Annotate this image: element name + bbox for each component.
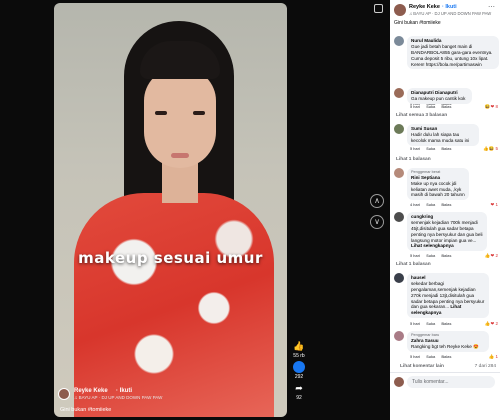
video-caption: Gini bukan #tomiieke (60, 407, 112, 413)
video-subject-fringe (140, 41, 220, 79)
video-caption-overlay: makeup sesuai umur (78, 249, 263, 267)
expand-icon[interactable] (374, 4, 383, 13)
reply-link[interactable]: Balas (441, 355, 451, 359)
reply-link[interactable]: Balas (441, 254, 451, 258)
comment-text: semenjak kejadian 700k menjadi 45jt,disi… (411, 219, 483, 243)
author-avatar[interactable] (58, 388, 70, 400)
next-video-button[interactable]: ∨ (370, 215, 384, 229)
comment-bubble: Nurul Maulida Gue jadi betah banget main… (407, 36, 499, 70)
comment-actions: 5 hari Suka Balas (410, 147, 456, 151)
view-replies-link[interactable]: Lihat 1 balasan (396, 262, 431, 267)
commenter-avatar[interactable] (394, 168, 404, 178)
reply-link[interactable]: Balas (441, 105, 451, 109)
panel-caption: Gini bukan #tomiieke (394, 20, 441, 26)
reactions-badge[interactable]: 👍😆 5 (483, 146, 498, 152)
comment-bubble: Penggemar baru Zahra Sasuu Rangking bgt … (407, 331, 489, 352)
video-subject-eye-right (193, 111, 205, 115)
video-subject-lips (171, 153, 189, 158)
panel-follow-link[interactable]: · Ikuti (442, 4, 457, 10)
commenter-avatar[interactable] (394, 36, 404, 46)
comment-text: Ga makeup pun cantik kok (411, 95, 466, 101)
divider (390, 372, 500, 373)
comment-actions: 5 hari Suka Balas (410, 322, 456, 326)
share-count: 92 (296, 395, 302, 401)
comment-actions: 5 hari Suka Balas (410, 254, 456, 258)
video-subject-shirt (74, 193, 274, 417)
comment-count: 292 (294, 374, 304, 380)
video-subject-eye-left (155, 111, 167, 115)
comment-time: 5 hari (410, 147, 421, 151)
comment-time: 5 hari (410, 105, 421, 109)
video-subject-neck (162, 163, 198, 203)
comment-count-label: 7 dari 284 (474, 364, 496, 369)
comment-bubble: Penggemar berat Rini Septiana Make up ny… (407, 168, 469, 201)
video-player[interactable]: makeup sesuai umur (54, 3, 287, 417)
view-replies-link[interactable]: Lihat 1 balasan (396, 157, 431, 162)
thumbs-up-icon: 👍 (293, 341, 305, 351)
comment-time: 5 hari (410, 322, 421, 326)
commenter-avatar[interactable] (394, 212, 404, 222)
commenter-avatar[interactable] (394, 124, 404, 134)
panel-author-name[interactable]: Reyke Keke (409, 4, 440, 10)
commenter-avatar[interactable] (394, 88, 404, 98)
like-action[interactable]: 👍 55 rb (290, 340, 308, 359)
more-comments-link[interactable]: Lihat komentar lain (400, 364, 444, 369)
follow-link[interactable]: · Ikuti (116, 388, 132, 394)
like-link[interactable]: Suka (426, 254, 435, 258)
like-link[interactable]: Suka (426, 147, 435, 151)
previous-video-button[interactable]: ∧ (370, 194, 384, 208)
comment-text: Make up nya cocok jdi keliatan awet muda… (411, 180, 465, 198)
reactions-badge[interactable]: 👍❤ 2 (485, 253, 498, 259)
reply-link[interactable]: Balas (441, 203, 451, 207)
comments-panel: Reyke Keke · Ikuti ♫ BAYU AP · DJ UP AND… (390, 0, 500, 420)
more-options-icon[interactable]: ⋯ (488, 3, 495, 11)
reactions-badge[interactable]: ❤ 1 (490, 202, 498, 208)
comment-time: 4 hari (410, 203, 421, 207)
like-link[interactable]: Suka (426, 105, 435, 109)
video-stage: makeup sesuai umur Reyke Keke · Ikuti ♫ … (0, 0, 390, 420)
comment-text: sekedar berbagi pengalaman,semenjak keja… (411, 280, 485, 310)
comment-bubble: Sumi Susan Hadir dulu lah siapa tau keco… (407, 124, 479, 146)
panel-author-avatar[interactable] (394, 4, 406, 16)
view-replies-link[interactable]: Lihat semua 3 balasan (396, 113, 447, 118)
comment-time: 5 hari (410, 355, 421, 359)
reply-link[interactable]: Balas (441, 322, 451, 326)
comment-actions: 5 hari Suka Balas (410, 105, 456, 109)
current-user-avatar (394, 377, 404, 387)
comment-text: Gue jadi betah banget main di BANDARBOLA… (411, 43, 493, 67)
panel-music-label[interactable]: ♫ BAYU AP · DJ UP AND DOWN PAW PAW (409, 11, 491, 16)
like-link[interactable]: Suka (426, 322, 435, 326)
author-name[interactable]: Reyke Keke (74, 388, 108, 394)
like-link[interactable]: Suka (426, 355, 435, 359)
reply-link[interactable]: Balas (441, 147, 451, 151)
comment-bubble: Dianaputri Dianaputri Ga makeup pun cant… (407, 88, 472, 104)
comment-icon (293, 361, 305, 373)
comment-bubble: cungkring semenjak kejadian 700k menjadi… (407, 212, 487, 252)
comment-time: 5 hari (410, 254, 421, 258)
comment-text: Hadir dulu lah siapa tau kecolok mama mu… (411, 131, 470, 143)
comment-actions: 5 hari Suka Balas (410, 355, 456, 359)
like-count: 55 rb (293, 353, 305, 359)
like-link[interactable]: Suka (426, 203, 435, 207)
comment-actions: 4 hari Suka Balas (410, 203, 456, 207)
music-label[interactable]: ♫ BAYU AP · DJ UP AND DOWN PAW PAW (74, 395, 162, 400)
reactions-badge[interactable]: 👍 1 (489, 354, 498, 360)
reactions-badge[interactable]: 👍❤ 2 (485, 321, 498, 327)
commenter-avatar[interactable] (394, 273, 404, 283)
commenter-avatar[interactable] (394, 331, 404, 341)
comment-action[interactable]: 292 (290, 361, 308, 380)
share-action[interactable]: ➦ 92 (290, 382, 308, 401)
see-more-link[interactable]: Lihat selengkapnya (411, 243, 454, 248)
reactions-badge[interactable]: 😆❤ 8 (485, 104, 498, 110)
comment-input[interactable] (407, 376, 495, 388)
comment-text: Rangking bgt teh Reyke Keke 😍 (411, 343, 479, 349)
comment-bubble: hausel sekedar berbagi pengalaman,semenj… (407, 273, 489, 319)
share-icon: ➦ (295, 383, 303, 393)
